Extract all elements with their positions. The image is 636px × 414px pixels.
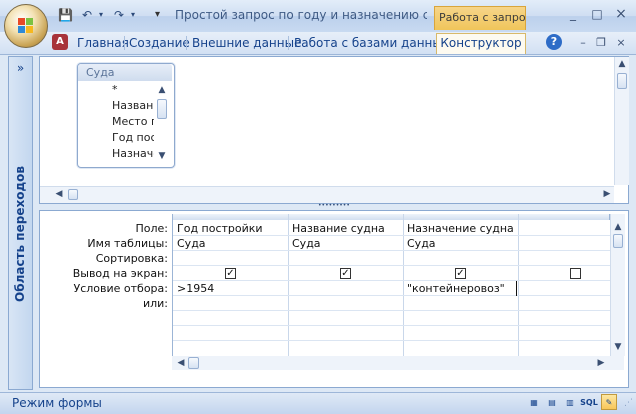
design-view-icon[interactable]: ✎: [601, 394, 617, 410]
grid-sort-cell[interactable]: [407, 251, 517, 266]
help-icon[interactable]: ?: [546, 34, 562, 50]
office-logo-icon: [18, 18, 34, 34]
doc-minimize-button[interactable]: –: [574, 36, 592, 50]
show-checkbox[interactable]: ✓: [340, 268, 351, 279]
resize-grip-icon[interactable]: ⋰: [619, 396, 633, 410]
close-button[interactable]: ×: [610, 6, 632, 22]
navigation-pane-label[interactable]: Область переходов: [13, 159, 31, 309]
grid-vertical-scrollbar[interactable]: ▲ ▼: [610, 214, 625, 356]
column-selector[interactable]: [519, 214, 610, 220]
redo-dropdown-icon[interactable]: ▾: [126, 8, 140, 22]
redo-icon[interactable]: ↷: [112, 8, 126, 22]
table-field-item[interactable]: *: [112, 82, 154, 98]
undo-icon[interactable]: ↶: [80, 8, 94, 22]
tab-create[interactable]: Создание: [129, 35, 190, 51]
grid-table-cell[interactable]: Суда: [177, 236, 287, 251]
customize-qat-icon[interactable]: ▾: [155, 8, 167, 22]
grid-sort-cell[interactable]: [292, 251, 402, 266]
undo-dropdown-icon[interactable]: ▾: [94, 8, 108, 22]
datasheet-view-icon[interactable]: ▦: [526, 394, 542, 410]
grid-table-cell[interactable]: Суда: [407, 236, 517, 251]
table-field-item[interactable]: Название судна: [112, 98, 154, 114]
grid-table-cell[interactable]: Суда: [292, 236, 402, 251]
show-checkbox[interactable]: ✓: [225, 268, 236, 279]
show-checkbox[interactable]: ✓: [455, 268, 466, 279]
table-field-item[interactable]: Назначение судна: [112, 146, 154, 162]
row-label-or: или:: [142, 297, 168, 310]
grid-criteria-cell[interactable]: [522, 281, 608, 296]
row-label-sort: Сортировка:: [95, 252, 168, 265]
tab-external-data[interactable]: Внешние данные: [192, 35, 301, 51]
show-checkbox[interactable]: [570, 268, 581, 279]
row-label-criteria: Условие отбора:: [73, 282, 169, 295]
column-selector[interactable]: [404, 214, 519, 220]
grid-criteria-cell[interactable]: [292, 281, 402, 296]
row-label-show: Вывод на экран:: [72, 267, 168, 280]
splitter-grip-icon[interactable]: •••••••••: [318, 203, 350, 209]
row-label-table: Имя таблицы:: [87, 237, 168, 250]
table-field-item[interactable]: Год постройки: [112, 130, 154, 146]
doc-close-button[interactable]: ×: [612, 36, 630, 50]
access-app-icon: A: [52, 34, 68, 50]
grid-criteria-cell[interactable]: "контейнеровоз": [407, 281, 517, 296]
field-list-scrollbar[interactable]: ▲ ▼: [155, 83, 169, 163]
grid-divider: [173, 325, 610, 326]
pivot-chart-view-icon[interactable]: ▥: [562, 394, 578, 410]
grid-table-cell[interactable]: [522, 236, 608, 251]
column-selector[interactable]: [289, 214, 404, 220]
maximize-button[interactable]: □: [586, 6, 608, 22]
window-title: Простой запрос по году и назначению судн…: [175, 8, 427, 22]
office-button[interactable]: [4, 4, 48, 48]
tab-home[interactable]: Главная: [77, 35, 129, 51]
grid-horizontal-scrollbar[interactable]: ◀ ▶: [172, 356, 624, 370]
sql-view-button[interactable]: SQL: [579, 394, 599, 410]
pivot-table-view-icon[interactable]: ▤: [544, 394, 560, 410]
tab-separator: [186, 36, 187, 50]
row-label-field: Поле:: [135, 222, 168, 235]
minimize-button[interactable]: _: [562, 6, 584, 22]
grid-divider: [173, 340, 610, 341]
status-text: Режим формы: [12, 396, 102, 410]
table-field-item[interactable]: Место постройки: [112, 114, 154, 130]
grid-sort-cell[interactable]: [177, 251, 287, 266]
table-field-list-title[interactable]: Суда: [78, 64, 172, 81]
doc-restore-button[interactable]: ❐: [592, 36, 610, 50]
grid-field-cell[interactable]: Название судна: [292, 221, 402, 236]
upper-vertical-scrollbar[interactable]: ▲: [614, 57, 629, 185]
column-selector[interactable]: [173, 214, 289, 220]
tab-separator: [288, 36, 289, 50]
tab-design[interactable]: Конструктор: [436, 33, 526, 54]
nav-pane-toggle-icon[interactable]: »: [8, 57, 33, 79]
upper-horizontal-scrollbar[interactable]: ◀ ▶: [40, 186, 614, 203]
context-tab-query-tools: Работа с запросами: [434, 6, 526, 30]
grid-field-cell[interactable]: Год постройки: [177, 221, 287, 236]
tab-separator: [124, 36, 125, 50]
tab-database-tools[interactable]: Работа с базами данных: [294, 35, 449, 51]
grid-field-cell[interactable]: [522, 221, 608, 236]
save-icon[interactable]: 💾: [58, 8, 73, 22]
grid-divider: [173, 310, 610, 311]
grid-field-cell[interactable]: Назначение судна: [407, 221, 517, 236]
grid-criteria-cell[interactable]: >1954: [177, 281, 287, 296]
